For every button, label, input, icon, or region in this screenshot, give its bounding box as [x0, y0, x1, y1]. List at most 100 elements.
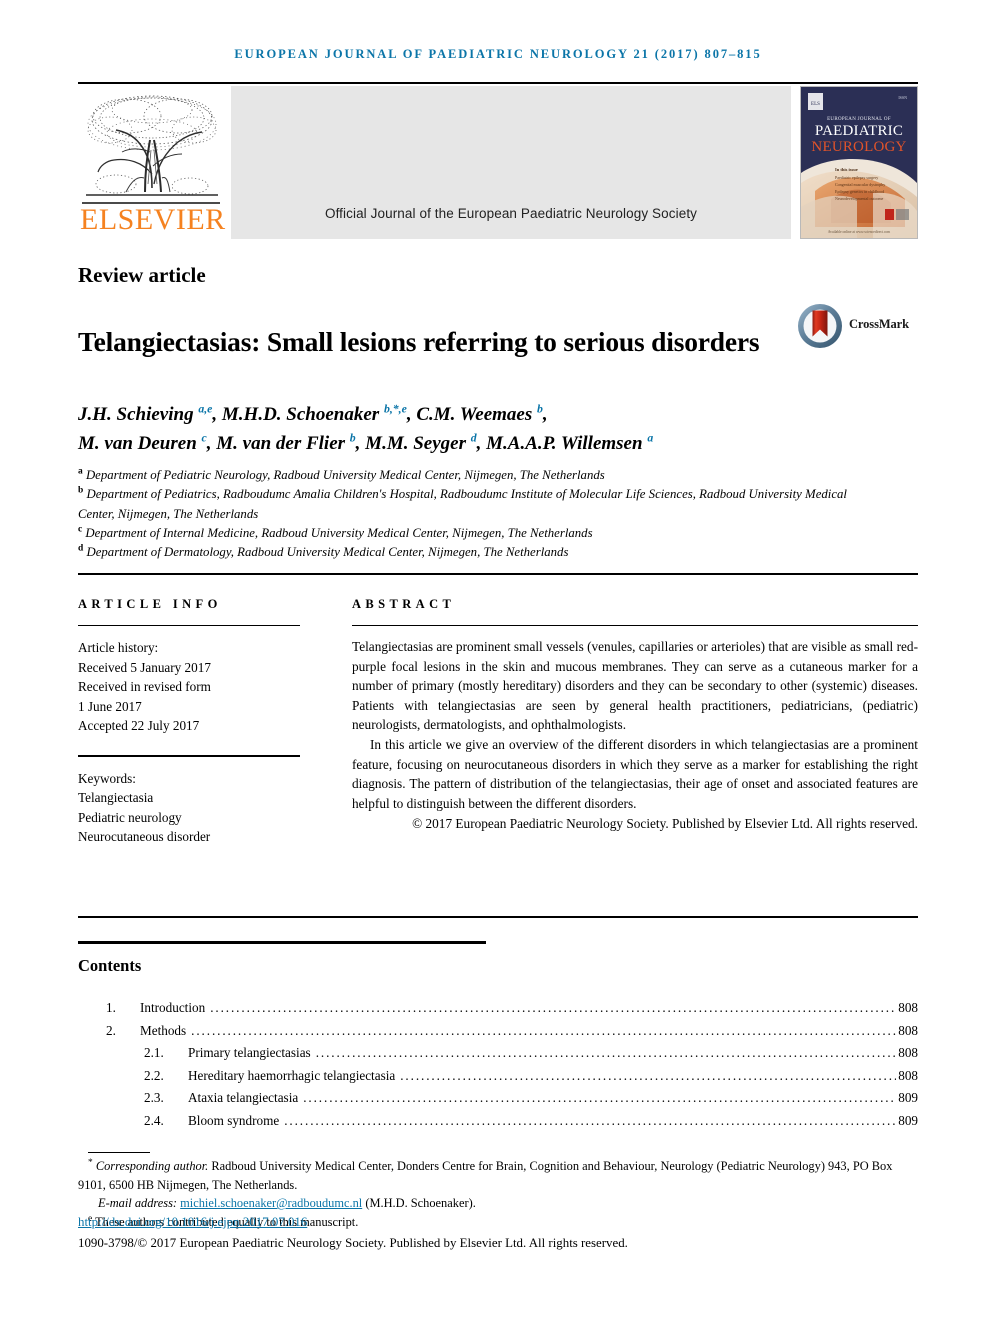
- author-list: J.H. Schieving a,e, M.H.D. Schoenaker b,…: [78, 400, 878, 458]
- svg-text:Available online at www.scienc: Available online at www.sciencedirect.co…: [828, 230, 890, 234]
- toc-leader-dots: ........................................…: [303, 1090, 897, 1105]
- toc-label: Hereditary haemorrhagic telangiectasia: [188, 1067, 396, 1083]
- article-history-label: Article history:: [78, 640, 159, 656]
- abstract-panel: ABSTRACT Telangiectasias are prominent s…: [352, 597, 918, 834]
- article-type-label: Review article: [78, 263, 206, 287]
- article-info-heading: ARTICLE INFO: [78, 597, 222, 611]
- author-item: M.M. Seyger d: [365, 431, 477, 454]
- abstract-heading: ABSTRACT: [352, 597, 456, 611]
- journal-banner-text: Official Journal of the European Paediat…: [324, 206, 698, 221]
- footnote-divider: [88, 1152, 150, 1154]
- crossmark-label: CrossMark: [849, 317, 909, 331]
- contents-heading: Contents: [78, 956, 142, 975]
- author-line-1: J.H. Schieving a,e, M.H.D. Schoenaker b,…: [78, 402, 548, 425]
- doi-link[interactable]: http://dx.doi.org/10.1016/j.ejpn.2017.07…: [78, 1215, 307, 1230]
- affiliation-item: b Department of Pediatrics, Radboudumc A…: [78, 486, 847, 521]
- toc-entry[interactable]: 2.4. Bloom syndrome ....................…: [78, 1110, 918, 1133]
- toc-entry[interactable]: 2.1. Primary telangiectasias ...........…: [78, 1042, 918, 1065]
- toc-label: Bloom syndrome: [188, 1112, 280, 1128]
- toc-page-number: 808: [898, 1067, 918, 1083]
- svg-text:In this issue: In this issue: [835, 167, 858, 172]
- toc-page-number: 808: [898, 1022, 918, 1038]
- abstract-copyright: © 2017 European Paediatric Neurology Soc…: [412, 816, 918, 832]
- crossmark-icon: [798, 304, 842, 348]
- author-item: M.A.A.P. Willemsen a: [486, 431, 654, 454]
- toc-page-number: 809: [898, 1090, 918, 1105]
- keyword-item: Telangiectasia: [78, 790, 154, 806]
- toc-leader-dots: ........................................…: [284, 1112, 896, 1128]
- toc-number: 2.1.: [144, 1045, 164, 1060]
- abstract-body: Telangiectasias are prominent small vess…: [352, 637, 918, 834]
- svg-text:Congenital muscular dystrophy: Congenital muscular dystrophy: [835, 182, 885, 187]
- abstract-section-bottom-divider: [78, 916, 918, 918]
- toc-page-number: 809: [898, 1112, 918, 1128]
- elsevier-logo: ELSEVIER: [78, 86, 226, 239]
- toc-leader-dots: ........................................…: [400, 1067, 896, 1083]
- toc-page-number: 808: [898, 1000, 918, 1015]
- svg-text:ISSN: ISSN: [898, 95, 907, 100]
- footnote-corresponding-author: * Corresponding author. Radboud Universi…: [78, 1157, 893, 1192]
- keyword-item: Neurocutaneous disorder: [78, 829, 211, 845]
- article-history-item: Received 5 January 2017: [78, 659, 211, 675]
- article-history-item: Received in revised form: [78, 679, 211, 695]
- keywords-label: Keywords:: [78, 770, 136, 786]
- keywords-list: Keywords: Telangiectasia Pediatric neuro…: [78, 769, 308, 847]
- toc-label: Primary telangiectasias: [188, 1045, 311, 1060]
- toc-entry[interactable]: 2.3. Ataxia telangiectasia .............…: [78, 1087, 918, 1110]
- svg-text:Epilepsy genetics in childhood: Epilepsy genetics in childhood: [835, 189, 884, 194]
- svg-text:Neurodevelopmental outcome: Neurodevelopmental outcome: [835, 196, 884, 201]
- toc-label: Introduction: [140, 1000, 206, 1015]
- page-title: Telangiectasias: Small lesions referring…: [78, 326, 760, 358]
- author-item: M. van der Flier b: [216, 431, 356, 454]
- toc-entry[interactable]: 2. Methods .............................…: [78, 1020, 918, 1043]
- svg-text:NEUROLOGY: NEUROLOGY: [811, 139, 906, 155]
- author-item: J.H. Schieving a,e: [78, 402, 213, 425]
- abstract-paragraph: Telangiectasias are prominent small vess…: [352, 639, 918, 733]
- toc-leader-dots: ........................................…: [315, 1045, 897, 1060]
- toc-leader-dots: ........................................…: [191, 1022, 897, 1038]
- masthead: ELSEVIER Official Journal of the Europea…: [78, 86, 918, 239]
- toc-label: Methods: [140, 1022, 187, 1038]
- affiliation-list: a Department of Pediatric Neurology, Rad…: [78, 466, 858, 562]
- issn-copyright-line: 1090-3798/© 2017 European Paediatric Neu…: [78, 1236, 628, 1250]
- article-history: Article history: Received 5 January 2017…: [78, 638, 308, 736]
- author-item: M.H.D. Schoenaker b,*,e: [221, 402, 407, 425]
- toc-number: 2.2.: [144, 1067, 164, 1083]
- crossmark-badge[interactable]: CrossMark: [797, 303, 917, 353]
- toc-number: 2.4.: [144, 1112, 164, 1128]
- article-info-panel: ARTICLE INFO Article history: Received 5…: [78, 597, 308, 847]
- toc-entry[interactable]: 1. Introduction ........................…: [78, 997, 918, 1020]
- contents-rule: [78, 941, 486, 944]
- toc-entry[interactable]: 2.2. Hereditary haemorrhagic telangiecta…: [78, 1065, 918, 1088]
- toc-number: 2.: [106, 1022, 116, 1038]
- abstract-paragraph: In this article we give an overview of t…: [352, 737, 918, 811]
- header-divider: [78, 82, 918, 84]
- abstract-divider: [352, 625, 918, 627]
- svg-text:ELS: ELS: [811, 102, 820, 107]
- table-of-contents: 1. Introduction ........................…: [78, 997, 918, 1132]
- affiliation-item: c Department of Internal Medicine, Radbo…: [78, 524, 593, 540]
- toc-label: Ataxia telangiectasia: [188, 1090, 299, 1105]
- affiliation-item: a Department of Pediatric Neurology, Rad…: [78, 466, 605, 482]
- affiliation-item: d Department of Dermatology, Radboud Uni…: [78, 543, 569, 560]
- toc-page-number: 808: [898, 1045, 918, 1060]
- abstract-section-top-divider: [78, 573, 918, 575]
- article-history-item: 1 June 2017: [78, 698, 142, 714]
- journal-cover-thumbnail: ELS ISSN EUROPEAN JOURNAL OF PAEDIATRIC …: [800, 86, 918, 239]
- journal-banner: Official Journal of the European Paediat…: [231, 86, 791, 239]
- footnote-email: E-mail address: michiel.schoenaker@radbo…: [78, 1194, 918, 1213]
- article-info-divider: [78, 625, 300, 627]
- svg-text:Paediatric epilepsy surgery: Paediatric epilepsy surgery: [835, 175, 878, 180]
- email-link[interactable]: michiel.schoenaker@radboudumc.nl: [180, 1196, 362, 1210]
- toc-number: 1.: [106, 1000, 116, 1015]
- article-first-page: EUROPEAN JOURNAL OF PAEDIATRIC NEUROLOGY…: [0, 0, 992, 1323]
- running-head: EUROPEAN JOURNAL OF PAEDIATRIC NEUROLOGY…: [234, 47, 762, 61]
- author-item: C.M. Weemaes b: [416, 402, 543, 425]
- toc-leader-dots: ........................................…: [210, 1000, 897, 1015]
- svg-text:EUROPEAN JOURNAL OF: EUROPEAN JOURNAL OF: [827, 117, 891, 122]
- corresponding-author-label: Corresponding author.: [95, 1159, 209, 1173]
- elsevier-wordmark: ELSEVIER: [80, 203, 226, 236]
- email-label: E-mail address:: [98, 1196, 178, 1211]
- toc-number: 2.3.: [144, 1090, 164, 1105]
- article-history-item: Accepted 22 July 2017: [78, 718, 200, 734]
